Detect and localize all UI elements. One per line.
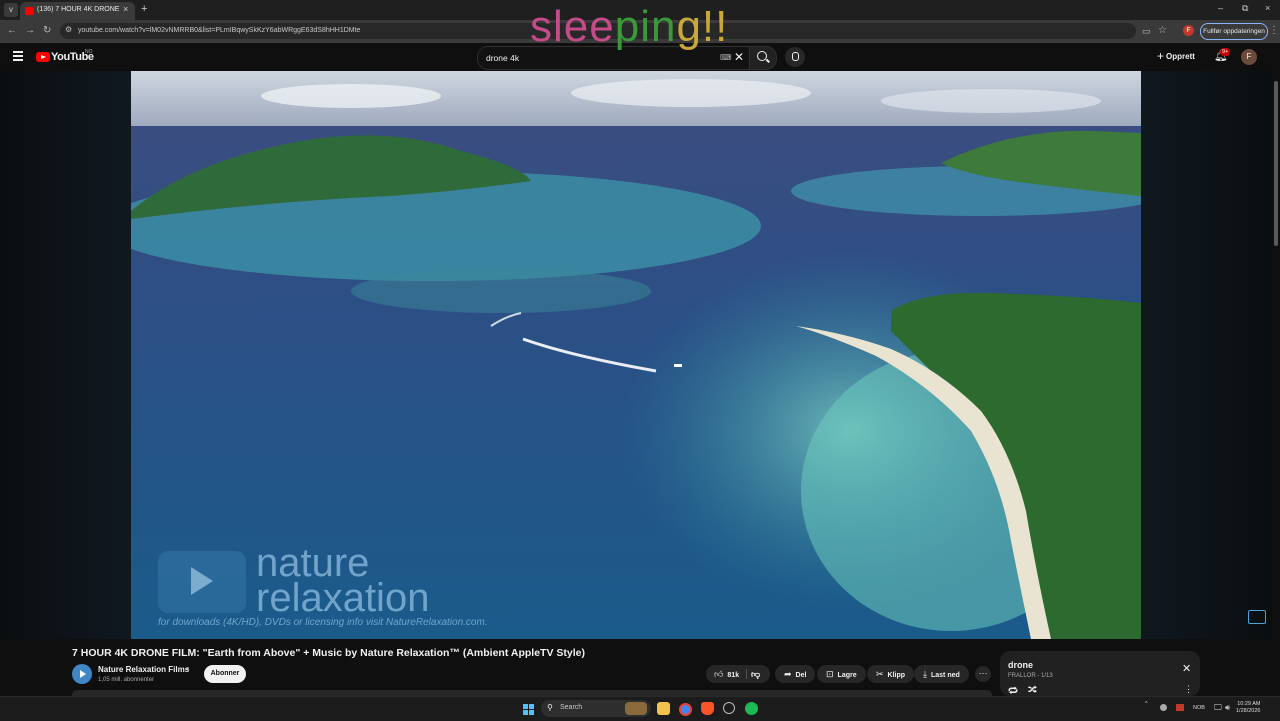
video-title: 7 HOUR 4K DRONE FILM: "Earth from Above"… (72, 647, 585, 659)
more-actions-button[interactable]: ··· (975, 666, 991, 682)
overlay-part-3: g!! (676, 2, 729, 51)
play-icon (191, 567, 213, 595)
overlay-part-1: slee (530, 2, 615, 51)
site-info-icon[interactable]: ⚙ (65, 25, 72, 34)
divider (746, 669, 747, 679)
search-icon (757, 51, 767, 61)
scissors-icon: ✂ (876, 669, 884, 679)
browser-menu-icon[interactable]: ⋮ (1269, 25, 1279, 36)
voice-search-button[interactable] (785, 47, 805, 67)
player-backdrop-left (0, 71, 131, 639)
network-icon[interactable]: 🖵︎ (1214, 703, 1222, 713)
url-text[interactable]: youtube.com/watch?v=lM02vNMRRB0&list=PLm… (78, 27, 360, 34)
thumbs-up-icon: 👍︎ (714, 669, 724, 679)
taskbar-search-label: Search (560, 704, 583, 711)
new-tab-button[interactable]: + (141, 3, 147, 15)
tray-flag-icon[interactable] (1176, 704, 1184, 711)
tab-title: (136) 7 HOUR 4K DRONE FILM... (37, 6, 121, 13)
clock-app-icon[interactable] (723, 702, 735, 714)
dislike-button[interactable]: 👎︎ (751, 665, 760, 683)
forward-button[interactable]: → (25, 25, 35, 36)
like-dislike-group: 👍︎ 81k 👎︎ (706, 665, 770, 683)
share-button[interactable]: ➦ Del (775, 665, 816, 683)
back-button[interactable]: ← (7, 25, 17, 36)
thumbs-down-icon: 👎︎ (751, 669, 761, 679)
file-explorer-icon[interactable] (657, 702, 670, 715)
playlist-menu-icon[interactable]: ⋮ (1184, 684, 1193, 695)
channel-name[interactable]: Nature Relaxation Films (98, 665, 189, 674)
brave-icon[interactable] (701, 702, 714, 715)
clip-label: Klipp (887, 672, 906, 679)
tray-chevron-icon[interactable]: ^ (1145, 701, 1148, 707)
nature-relaxation-logo (158, 551, 246, 613)
search-button[interactable] (749, 46, 777, 70)
like-count: 81k (727, 672, 740, 679)
search-query[interactable]: drone 4k (486, 53, 519, 63)
youtube-logo-icon[interactable] (36, 52, 50, 62)
overlay-sleeping-text: sleeping!! (530, 2, 728, 52)
tray-app-icon[interactable] (1160, 704, 1167, 711)
create-button[interactable]: + Opprett (1157, 49, 1195, 63)
clock-time: 10:29 AM (1237, 701, 1261, 707)
verified-icon: ● (186, 666, 190, 672)
plus-icon: + (1157, 49, 1165, 63)
download-icon: ⤓ (923, 669, 927, 679)
share-icon: ➦ (784, 669, 792, 679)
save-label: Lagre (837, 672, 857, 679)
search-highlight-image (625, 702, 647, 715)
video-player[interactable]: nature relaxation for downloads (4K/HD),… (131, 71, 1141, 639)
playlist-meta: FRALLOR - 1/13 (1008, 673, 1053, 679)
minimize-button[interactable]: – (1218, 3, 1223, 13)
taskbar-search-box[interactable]: ⚲ Search (541, 700, 651, 717)
windows-taskbar: ⚲ Search ^ NOB 🖵︎ 🔊︎ 10:29 AM 1/28/2026 (0, 696, 1280, 721)
spotify-icon[interactable] (745, 702, 758, 715)
subscribe-button[interactable]: Abonner (204, 665, 246, 683)
reload-button[interactable]: ↻ (43, 25, 51, 36)
windows-start-icon[interactable] (523, 704, 534, 715)
update-button[interactable]: Fullfør oppdateringen (1200, 23, 1268, 40)
download-label: Last ned (930, 672, 960, 679)
maximize-button[interactable]: ⧉ (1242, 3, 1248, 14)
system-clock[interactable]: 10:29 AM 1/28/2026 (1236, 701, 1260, 715)
youtube-favicon-icon (25, 7, 34, 15)
browser-tab[interactable]: (136) 7 HOUR 4K DRONE FILM... × (20, 2, 135, 20)
search-icon: ⚲ (547, 703, 553, 712)
keyboard-icon[interactable]: ⌨ (720, 53, 732, 62)
input-language[interactable]: NOB (1193, 705, 1205, 711)
clock-date: 1/28/2026 (1236, 708, 1261, 714)
country-code: NO (85, 49, 93, 55)
create-label: Opprett (1166, 52, 1195, 61)
playlist-panel[interactable]: drone FRALLOR - 1/13 ✕ 🔁︎ 🔀︎ ⋮ (1000, 651, 1200, 697)
tab-search-dropdown[interactable]: v (4, 3, 18, 17)
watermark-line2: relaxation (256, 576, 430, 620)
save-button[interactable]: ⊡ Lagre (817, 665, 866, 683)
bookmark-icon: ⊡ (826, 669, 834, 679)
hamburger-menu-icon[interactable] (13, 51, 23, 63)
page-scrollbar[interactable] (1272, 71, 1280, 691)
subscriber-count: 1,05 mill. abonnenter (98, 677, 155, 683)
overlay-part-2: pin (614, 2, 677, 51)
clip-button[interactable]: ✂ Klipp (867, 665, 915, 683)
microphone-icon (792, 52, 799, 61)
player-backdrop-right (1141, 71, 1272, 639)
notification-badge: 9+ (1220, 48, 1231, 56)
channel-avatar[interactable] (72, 664, 92, 684)
cast-icon[interactable]: ▭ (1142, 26, 1151, 37)
like-button[interactable]: 👍︎ 81k (714, 665, 739, 685)
tab-close-icon[interactable]: × (123, 4, 128, 14)
clear-search-icon[interactable]: ✕ (734, 50, 744, 64)
miniplayer-icon[interactable] (1248, 610, 1266, 624)
playlist-title[interactable]: drone (1008, 660, 1033, 670)
watermark-subtitle: for downloads (4K/HD), DVDs or licensing… (158, 617, 488, 628)
volume-icon[interactable]: 🔊︎ (1225, 703, 1230, 713)
bookmark-star-icon[interactable]: ☆ (1158, 25, 1167, 36)
close-icon[interactable]: ✕ (1182, 662, 1191, 675)
download-button[interactable]: ⤓ Last ned (914, 665, 969, 683)
browser-profile-icon[interactable]: F (1183, 25, 1194, 36)
chrome-icon[interactable] (679, 703, 692, 716)
scrollbar-thumb[interactable] (1274, 81, 1278, 246)
share-label: Del (795, 672, 807, 679)
close-window-button[interactable]: × (1265, 3, 1270, 13)
account-avatar[interactable]: F (1241, 49, 1257, 65)
